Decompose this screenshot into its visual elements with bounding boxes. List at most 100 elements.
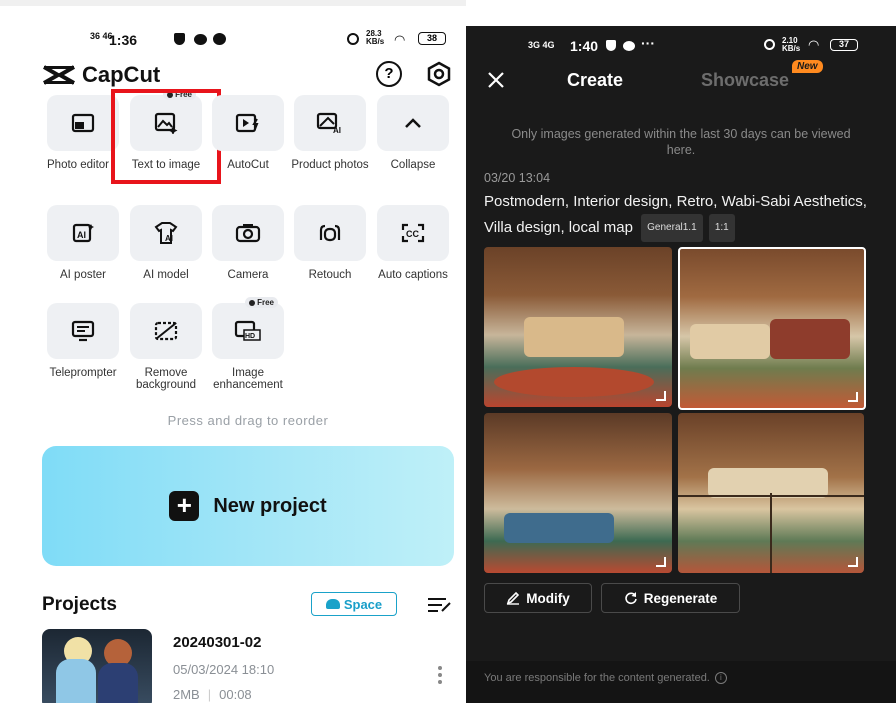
model-tag: General1.1	[641, 214, 703, 242]
tool-ai-model[interactable]: AI AI model	[127, 205, 205, 281]
product-photos-icon: AI	[294, 95, 366, 151]
generated-image-1[interactable]	[484, 247, 672, 407]
new-project-button[interactable]: + New project	[42, 446, 454, 566]
net-speed: 28.3 KB/s	[366, 29, 385, 46]
regenerate-label: Regenerate	[643, 590, 718, 606]
tool-ai-poster[interactable]: AI AI poster	[44, 205, 122, 281]
refresh-icon	[625, 592, 637, 605]
status-time: 1:40	[570, 38, 599, 54]
more-notifications-icon: ···	[641, 35, 655, 51]
space-button[interactable]: Space	[311, 592, 397, 616]
projects-title: Projects	[42, 594, 117, 615]
alarm-icon	[347, 33, 359, 45]
svg-text:HD: HD	[245, 333, 255, 340]
project-meta: 2MB | 00:08	[173, 687, 252, 702]
tool-label: AI model	[143, 269, 189, 281]
tool-collapse[interactable]: Collapse	[374, 95, 452, 171]
text-to-image-results-screen: 3G 4G 1:40 ··· 2.10 KB/s ◠ 37 Create Sho…	[466, 26, 896, 703]
project-duration: 00:08	[219, 687, 252, 702]
capcut-logo-icon	[43, 65, 75, 85]
tool-auto-captions[interactable]: CC Auto captions	[374, 205, 452, 281]
tab-showcase[interactable]: Showcase	[701, 70, 789, 91]
sort-icon[interactable]	[428, 597, 451, 613]
project-date: 05/03/2024 18:10	[173, 662, 275, 677]
generated-image-2-selected[interactable]	[678, 247, 866, 410]
project-name: 20240301-02	[173, 634, 262, 651]
wifi-icon: ◠	[394, 32, 406, 47]
tool-label: Teleprompter	[49, 367, 117, 379]
project-size: 2MB	[173, 687, 200, 702]
svg-text:AI: AI	[333, 126, 341, 134]
tool-label: AutoCut	[227, 159, 269, 171]
network-indicator: 3G 4G	[528, 40, 555, 50]
highlight-box	[111, 89, 221, 184]
retention-notice: Only images generated within the last 30…	[511, 127, 851, 157]
remove-background-icon	[130, 303, 202, 359]
tool-label: Product photos	[291, 159, 369, 171]
shield-icon	[174, 33, 185, 45]
tool-retouch[interactable]: Retouch	[291, 205, 369, 281]
wifi-icon: ◠	[808, 37, 820, 52]
photo-edit-icon	[47, 95, 119, 151]
battery-icon: 37	[830, 39, 858, 51]
space-label: Space	[343, 596, 383, 612]
new-badge: New	[792, 60, 823, 73]
top-edge	[0, 0, 466, 6]
plus-icon: +	[169, 491, 200, 521]
close-icon[interactable]	[486, 70, 506, 90]
chat-icon	[194, 34, 207, 45]
generation-timestamp: 03/20 13:04	[484, 171, 551, 185]
meta-divider: |	[207, 687, 212, 702]
tool-product-photos[interactable]: AI Product photos	[291, 95, 369, 171]
retouch-icon	[294, 205, 366, 261]
tool-label: Image enhancement	[213, 367, 283, 391]
tool-label: Auto captions	[378, 269, 448, 281]
cloud-icon	[325, 599, 340, 609]
settings-icon[interactable]	[426, 61, 452, 87]
pencil-icon	[506, 591, 520, 605]
ai-poster-icon: AI	[47, 205, 119, 261]
disclaimer-text: You are responsible for the content gene…	[484, 672, 710, 684]
help-icon[interactable]: ?	[376, 61, 402, 87]
shield-icon	[606, 40, 616, 51]
chevron-up-icon	[377, 95, 449, 151]
net-speed: 2.10 KB/s	[782, 36, 801, 53]
tab-create[interactable]: Create	[567, 70, 623, 91]
hd-icon: Free HD	[212, 297, 284, 359]
tool-label: Camera	[227, 269, 269, 281]
ai-model-icon: AI	[130, 205, 202, 261]
status-time: 1:36	[109, 32, 138, 48]
ratio-tag: 1:1	[708, 214, 735, 242]
more-icon[interactable]	[438, 666, 442, 684]
captions-icon: CC	[377, 205, 449, 261]
whatsapp-icon	[213, 33, 226, 45]
modify-button[interactable]: Modify	[484, 583, 592, 613]
new-project-label: New project	[213, 494, 327, 517]
autocut-icon	[212, 95, 284, 151]
disclaimer: You are responsible for the content gene…	[484, 672, 727, 684]
tool-teleprompter[interactable]: Teleprompter	[44, 303, 122, 379]
camera-icon	[212, 205, 284, 261]
capcut-home-screen: 36 46 1:36 28.3 KB/s ◠ 38 CapCut ? Photo…	[0, 0, 466, 703]
reorder-hint: Press and drag to reorder	[167, 413, 329, 428]
generated-image-4[interactable]	[678, 413, 864, 573]
regenerate-button[interactable]: Regenerate	[601, 583, 740, 613]
brand-name: CapCut	[82, 62, 161, 87]
tool-image-enhancement[interactable]: Free HD Image enhancement	[209, 297, 287, 391]
capcut-logo: CapCut	[42, 62, 160, 88]
tool-remove-background[interactable]: Remove background	[127, 303, 205, 391]
chat-icon	[623, 41, 635, 51]
project-thumbnail[interactable]	[42, 629, 152, 703]
tool-label: AI poster	[59, 269, 107, 281]
tool-camera[interactable]: Camera	[209, 205, 287, 281]
prompt-block: Postmodern, Interior design, Retro, Wabi…	[484, 190, 884, 242]
tool-label: Remove background	[135, 367, 197, 391]
info-icon[interactable]: i	[714, 672, 727, 684]
svg-text:AI: AI	[77, 230, 86, 240]
teleprompter-icon	[47, 303, 119, 359]
tool-label: Collapse	[390, 159, 436, 171]
battery-icon: 38	[418, 32, 446, 45]
generated-image-3[interactable]	[484, 413, 672, 573]
tool-autocut[interactable]: AutoCut	[209, 95, 287, 171]
svg-text:CC: CC	[406, 229, 419, 239]
